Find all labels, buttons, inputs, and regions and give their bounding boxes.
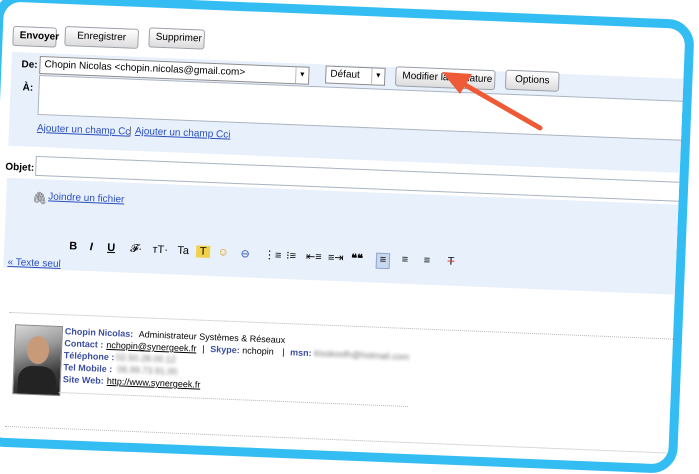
align-right-button[interactable]: ≡	[420, 254, 434, 267]
modify-signature-button[interactable]: Modifier la signature	[394, 66, 496, 91]
signature-name: Chopin Nicolas:	[64, 326, 134, 339]
attach-file-link[interactable]: Joindre un fichier	[48, 191, 125, 205]
options-button[interactable]: Options	[504, 69, 560, 92]
mobile-value: 06.99.73.91.00	[117, 364, 178, 377]
format-select[interactable]: Défaut ▼	[324, 65, 386, 86]
from-select-value: Chopin Nicolas <chopin.nicolas@gmail.com…	[44, 59, 246, 79]
send-button[interactable]: Envoyer	[12, 25, 59, 48]
paperclip-icon: 🖇	[31, 190, 48, 206]
signature-block: Chopin Nicolas: Administrateur Systèmes …	[62, 326, 515, 424]
msn-value: kisskoofh@hotmail.com	[313, 348, 410, 363]
align-center-button[interactable]: ≡	[398, 254, 412, 267]
subject-label: Objet:	[5, 161, 35, 174]
pipe-separator: |	[202, 343, 205, 354]
outdent-button[interactable]: ⇤≡	[306, 250, 322, 264]
email-compose-window: Envoyer Enregistrer Supprimer De: Chopin…	[0, 0, 695, 474]
cc-separator: |	[128, 125, 132, 137]
skype-value: nchopin	[242, 345, 274, 357]
format-toolbar: B I U 𝓕· тT· Ta T ☺ ⊖ ⋮≡ ⁝≡ ⇤≡ ≡⇥ ❝❝ ≡ ≡…	[66, 240, 486, 275]
highlight-button[interactable]: T	[195, 245, 211, 258]
font-size-button[interactable]: тT·	[150, 244, 170, 257]
delete-button[interactable]: Supprimer	[148, 27, 206, 50]
pipe-separator: |	[281, 346, 285, 358]
web-label: Site Web:	[62, 374, 104, 386]
remove-format-button[interactable]: T	[444, 255, 458, 268]
smiley-icon[interactable]: ☺	[216, 246, 230, 259]
chevron-down-icon: ▼	[370, 68, 385, 85]
skype-label: Skype:	[210, 344, 240, 356]
shoulders-shape	[17, 365, 57, 395]
phone-value: 02.50.28.00.12	[115, 352, 177, 365]
avatar	[12, 324, 64, 397]
indent-button[interactable]: ≡⇥	[328, 251, 344, 265]
chevron-down-icon: ▼	[294, 67, 309, 84]
underline-button[interactable]: U	[104, 242, 118, 255]
bold-button[interactable]: B	[66, 240, 80, 253]
numbered-list-button[interactable]: ⋮≡	[264, 248, 282, 262]
to-label: À:	[22, 82, 34, 94]
align-left-button[interactable]: ≡	[375, 252, 391, 270]
signature-bottom-rule	[4, 425, 675, 454]
font-button[interactable]: 𝓕·	[126, 243, 147, 257]
msn-label: msn:	[289, 347, 312, 359]
header-panel: De: Chopin Nicolas <chopin.nicolas@gmail…	[8, 51, 695, 174]
bulleted-list-button[interactable]: ⁝≡	[284, 249, 299, 263]
face-shape	[26, 335, 50, 365]
plain-text-link[interactable]: « Texte seul	[7, 257, 61, 270]
text-color-button[interactable]: Ta	[176, 245, 190, 258]
format-select-value: Défaut	[330, 68, 361, 81]
from-label: De:	[21, 59, 38, 71]
contact-label: Contact :	[64, 338, 104, 350]
quote-button[interactable]: ❝❝	[350, 252, 365, 266]
mobile-label: Tel Mobile :	[63, 362, 113, 375]
website-link[interactable]: http://www.synergeek.fr	[107, 376, 201, 390]
compose-form: Envoyer Enregistrer Supprimer De: Chopin…	[3, 16, 695, 454]
phone-label: Téléphone :	[63, 350, 115, 363]
italic-button[interactable]: I	[84, 241, 98, 254]
link-icon[interactable]: ⊖	[238, 247, 253, 261]
save-button[interactable]: Enregistrer	[64, 25, 140, 49]
add-cc-link[interactable]: Ajouter un champ Cc	[37, 123, 131, 138]
add-bcc-link[interactable]: Ajouter un champ Cci	[135, 126, 231, 141]
